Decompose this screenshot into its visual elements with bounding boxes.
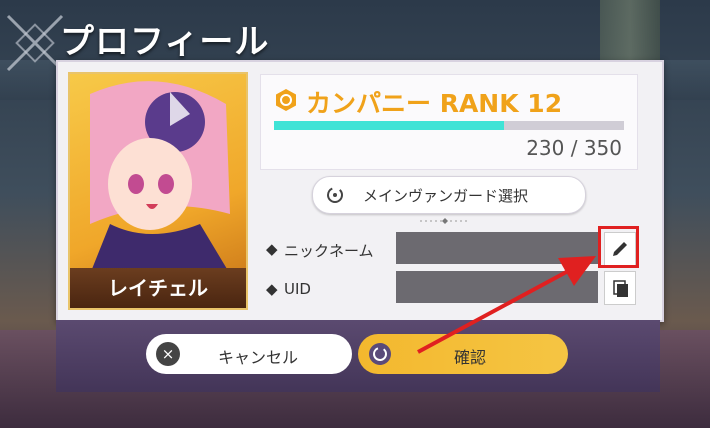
confirm-icon xyxy=(369,343,391,365)
divider-ornament xyxy=(420,218,470,224)
rank-label: カンパニー RANK 12 xyxy=(306,89,563,118)
select-vanguard-button[interactable]: メインヴァンガード選択 xyxy=(312,176,586,214)
close-icon: × xyxy=(156,342,180,366)
page-title: プロフィール xyxy=(60,22,270,62)
cancel-label: キャンセル xyxy=(218,348,299,367)
exp-progress-bar xyxy=(274,121,624,130)
exp-progress-fill xyxy=(274,121,504,130)
copy-icon xyxy=(613,280,628,297)
cancel-button[interactable]: × キャンセル xyxy=(146,334,352,374)
character-illustration xyxy=(90,81,230,274)
confirm-label: 確認 xyxy=(454,348,487,367)
select-vanguard-label: メインヴァンガード選択 xyxy=(363,187,529,205)
highlight-box xyxy=(598,226,639,268)
refresh-icon xyxy=(327,187,343,203)
exp-text: 230 / 350 xyxy=(526,136,622,160)
nickname-diamond-icon: ◆ xyxy=(266,240,278,258)
uid-label: UID xyxy=(284,280,311,298)
copy-uid-button[interactable] xyxy=(604,271,636,305)
confirm-button[interactable]: 確認 xyxy=(358,334,568,374)
uid-diamond-icon: ◆ xyxy=(266,280,278,298)
nickname-label: ニックネーム xyxy=(284,242,374,260)
company-rank-icon xyxy=(276,89,296,111)
uid-field xyxy=(396,271,598,303)
character-portrait[interactable]: レイチェル xyxy=(68,72,248,310)
character-name: レイチェル xyxy=(70,268,246,308)
nickname-field[interactable] xyxy=(396,232,598,264)
